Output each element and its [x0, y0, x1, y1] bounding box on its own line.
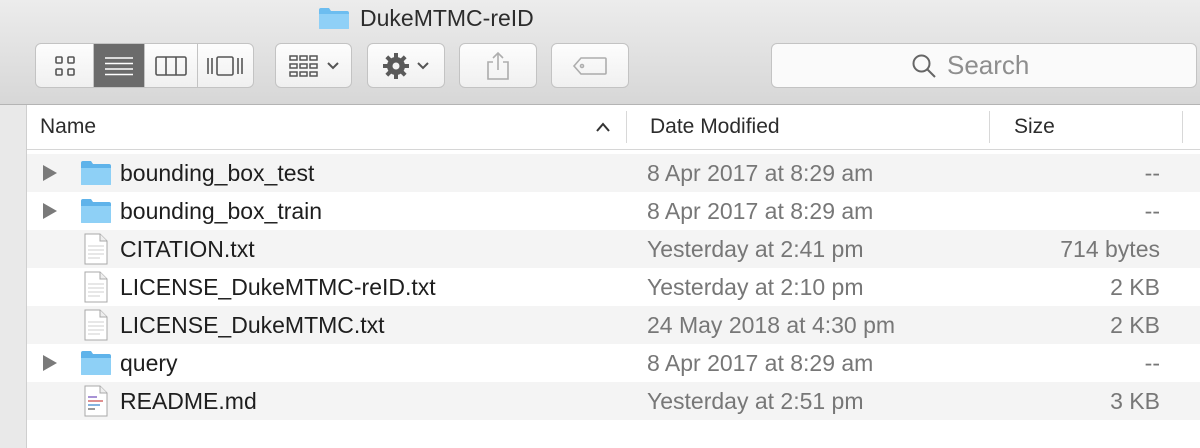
list-item[interactable]: bounding_box_train 8 Apr 2017 at 8:29 am…: [27, 192, 1200, 230]
disclosure-triangle-icon[interactable]: [43, 355, 57, 371]
file-date: 8 Apr 2017 at 8:29 am: [647, 160, 874, 186]
list-header: Name Date Modified Size: [27, 105, 1200, 150]
search-icon: [912, 54, 936, 78]
folder-icon: [81, 161, 111, 185]
column-header-size[interactable]: Size: [1014, 105, 1174, 149]
disclosure-triangle-icon[interactable]: [43, 203, 57, 219]
chevron-down-icon: [417, 61, 429, 69]
file-name: LICENSE_DukeMTMC.txt: [120, 312, 385, 338]
window-title-text: DukeMTMC-reID: [360, 4, 534, 31]
file-size: --: [1144, 160, 1160, 186]
cover-flow-view-button[interactable]: [198, 44, 253, 87]
list-item[interactable]: README.md Yesterday at 2:51 pm 3 KB: [27, 382, 1200, 420]
column-divider[interactable]: [989, 111, 990, 143]
column-divider[interactable]: [1182, 111, 1183, 143]
column-view-button[interactable]: [145, 44, 198, 87]
list-item[interactable]: query 8 Apr 2017 at 8:29 am --: [27, 344, 1200, 382]
text-document-icon: [84, 233, 108, 265]
search-input[interactable]: [947, 50, 1057, 81]
file-size: 2 KB: [1110, 274, 1160, 300]
file-date: 24 May 2018 at 4:30 pm: [647, 312, 896, 338]
file-size: --: [1144, 198, 1160, 224]
file-size: 2 KB: [1110, 312, 1160, 338]
column-header-date[interactable]: Date Modified: [650, 105, 980, 149]
share-button[interactable]: [459, 43, 537, 88]
gear-icon: [383, 52, 409, 79]
file-name: README.md: [120, 388, 257, 414]
tags-button[interactable]: [551, 43, 629, 88]
icon-grid-icon: [54, 55, 75, 76]
list-lines-icon: [105, 56, 134, 75]
chevron-down-icon: [326, 61, 339, 69]
file-name: query: [120, 350, 178, 376]
text-document-icon: [84, 309, 108, 341]
sidebar-edge: [0, 105, 27, 448]
file-date: 8 Apr 2017 at 8:29 am: [647, 350, 874, 376]
folder-icon: [81, 199, 111, 223]
file-date: Yesterday at 2:41 pm: [647, 236, 864, 262]
column-divider[interactable]: [626, 111, 627, 143]
columns-icon: [154, 55, 187, 76]
list-item[interactable]: bounding_box_test 8 Apr 2017 at 8:29 am …: [27, 154, 1200, 192]
sort-ascending-icon[interactable]: [595, 121, 611, 133]
cover-flow-icon: [207, 55, 244, 76]
action-gear-button[interactable]: [367, 43, 445, 88]
column-header-name-label: Name: [40, 115, 97, 138]
icon-view-button[interactable]: [36, 44, 95, 87]
file-size: 3 KB: [1110, 388, 1160, 414]
column-header-size-label: Size: [1014, 115, 1055, 138]
file-name: CITATION.txt: [120, 236, 255, 262]
file-size: 714 bytes: [1060, 236, 1160, 262]
list-view-button[interactable]: [94, 44, 145, 87]
markdown-document-icon: [84, 385, 108, 417]
list-item[interactable]: LICENSE_DukeMTMC.txt 24 May 2018 at 4:30…: [27, 306, 1200, 344]
file-date: Yesterday at 2:10 pm: [647, 274, 864, 300]
folder-icon: [319, 8, 349, 29]
text-document-icon: [84, 271, 108, 303]
window-title: DukeMTMC-reID: [318, 4, 534, 32]
list-item[interactable]: LICENSE_DukeMTMC-reID.txt Yesterday at 2…: [27, 268, 1200, 306]
list-item[interactable]: CITATION.txt Yesterday at 2:41 pm 714 by…: [27, 230, 1200, 268]
disclosure-triangle-icon[interactable]: [43, 165, 57, 181]
file-date: 8 Apr 2017 at 8:29 am: [647, 198, 874, 224]
group-by-button[interactable]: [275, 43, 352, 88]
column-header-date-label: Date Modified: [650, 115, 780, 138]
file-name: bounding_box_train: [120, 198, 323, 224]
file-date: Yesterday at 2:51 pm: [647, 388, 864, 414]
share-icon: [487, 51, 509, 80]
search-field[interactable]: [771, 43, 1197, 88]
column-header-name[interactable]: Name: [40, 105, 610, 149]
file-name: bounding_box_test: [120, 160, 315, 186]
folder-icon: [81, 351, 111, 375]
file-name: LICENSE_DukeMTMC-reID.txt: [120, 274, 436, 300]
group-grid-icon: [288, 54, 318, 77]
file-size: --: [1144, 350, 1160, 376]
view-mode-control: [35, 43, 254, 88]
tag-icon: [572, 56, 607, 75]
window-toolbar: DukeMTMC-reID: [0, 0, 1200, 105]
